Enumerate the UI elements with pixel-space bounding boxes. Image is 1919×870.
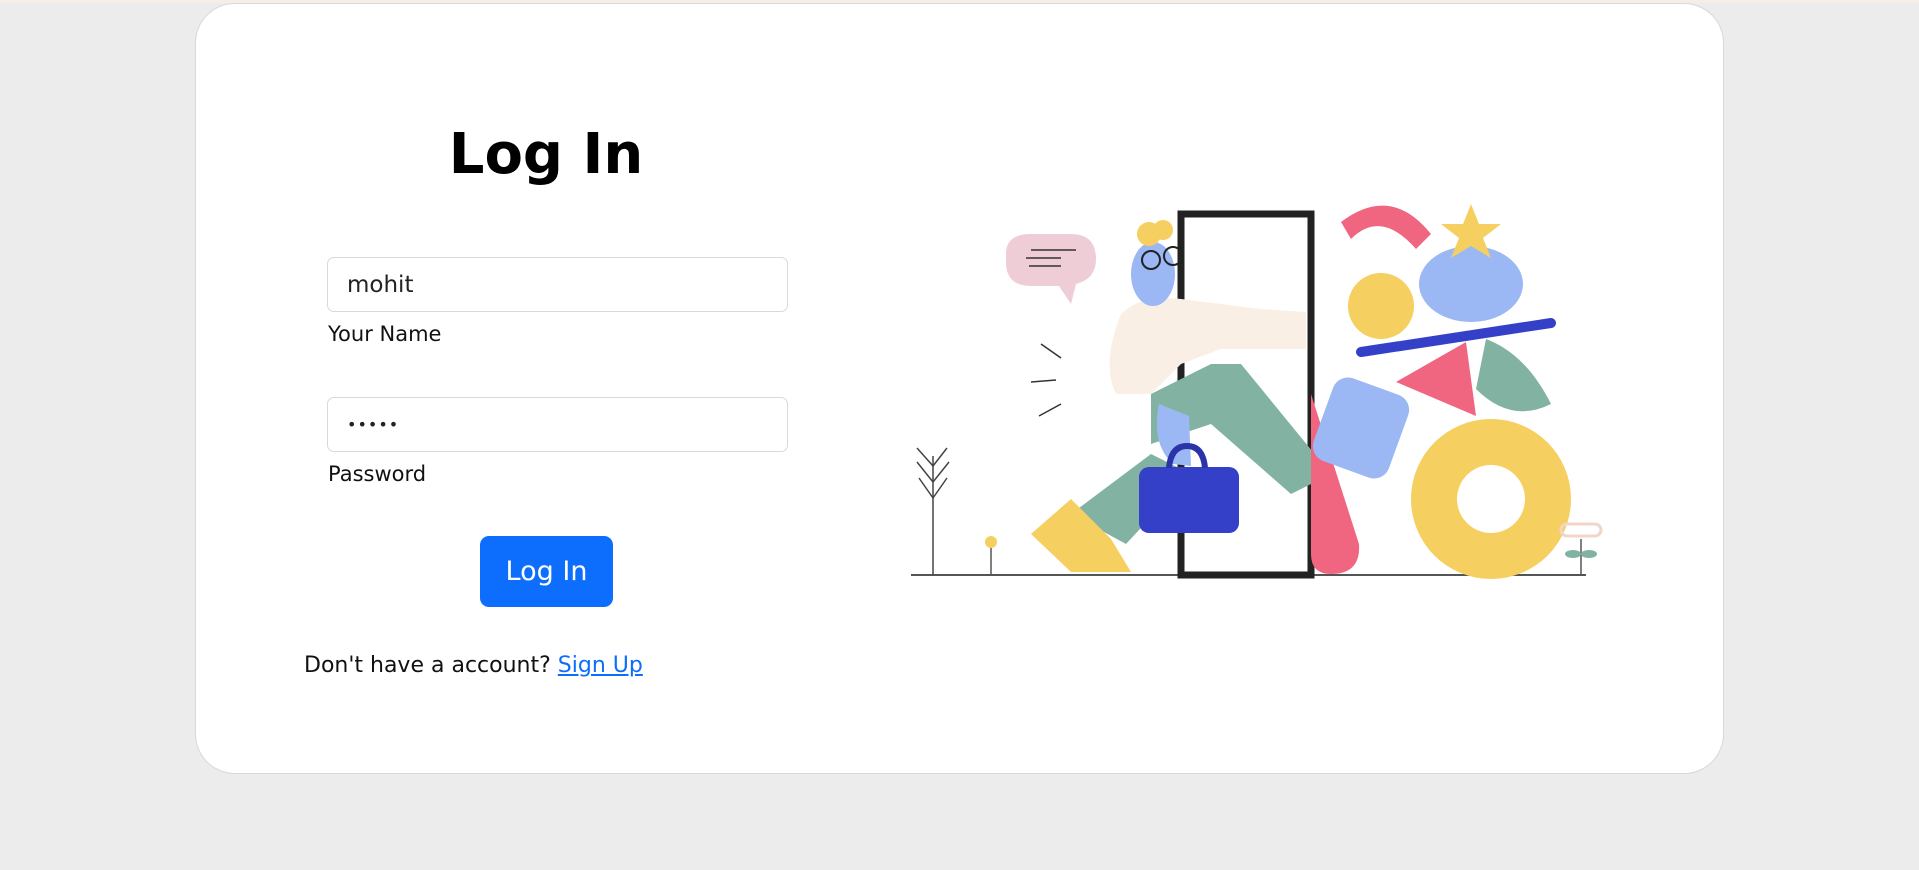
name-label: Your Name xyxy=(328,322,442,346)
page-title: Log In xyxy=(448,122,644,187)
password-label: Password xyxy=(328,462,427,486)
person-walking-through-door-illustration xyxy=(911,204,1603,579)
name-input[interactable] xyxy=(327,257,788,312)
signup-prompt: Don't have a account? xyxy=(304,653,551,678)
login-card: Log In Your Name Password Log In Don't h… xyxy=(195,3,1724,774)
signup-row: Don't have a account? Sign Up xyxy=(304,651,643,681)
password-input[interactable] xyxy=(327,397,788,452)
login-button[interactable]: Log In xyxy=(480,536,613,607)
signup-link[interactable]: Sign Up xyxy=(558,653,643,678)
